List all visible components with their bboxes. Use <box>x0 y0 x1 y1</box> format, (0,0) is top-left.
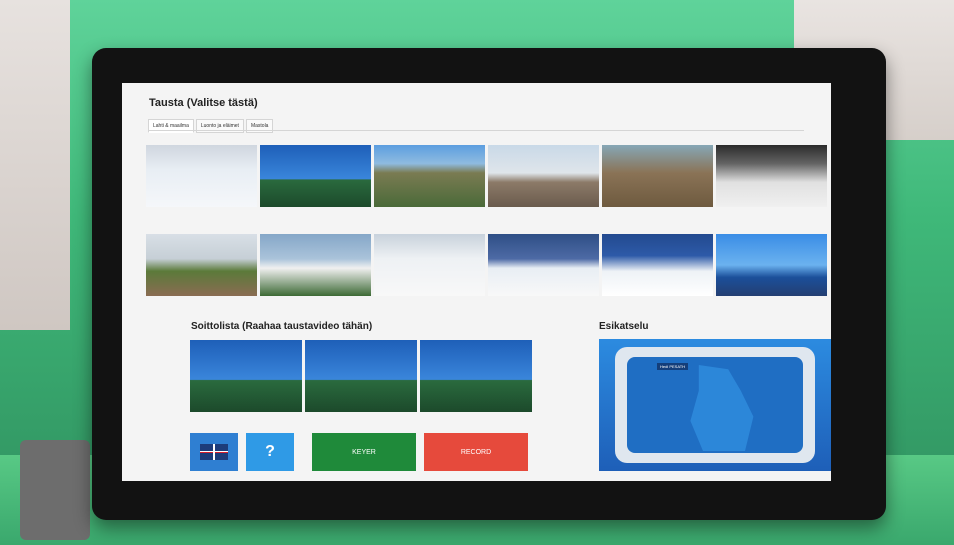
language-button[interactable] <box>190 433 238 471</box>
tab-divider <box>148 130 804 131</box>
background-thumb-snowy-road[interactable] <box>716 145 827 207</box>
playlist-item[interactable] <box>190 340 302 412</box>
preview-map-label: Hedi PESATH <box>657 363 689 370</box>
background-thumb-tower-coast[interactable] <box>716 234 827 296</box>
playlist-item[interactable] <box>420 340 532 412</box>
playlist-item[interactable] <box>305 340 417 412</box>
control-buttons: ? KEYER RECORD <box>190 433 528 471</box>
uk-flag-icon <box>200 444 228 460</box>
preview-title: Esikatselu <box>599 321 649 332</box>
background-thumb-rink-goal-area[interactable] <box>488 234 599 296</box>
page-title: Tausta (Valitse tästä) <box>149 97 258 109</box>
background-row <box>146 234 828 296</box>
background-thumb-ice-rink[interactable] <box>374 234 485 296</box>
background-thumb-taj-mahal[interactable] <box>146 234 257 296</box>
background-thumb-snow-field[interactable] <box>146 145 257 207</box>
record-button[interactable]: RECORD <box>424 433 528 471</box>
playlist <box>190 340 532 412</box>
background-thumb-hockey-goal[interactable] <box>602 234 713 296</box>
flag-red-cross-horizontal <box>200 451 228 453</box>
kiosk-screen: Tausta (Valitse tästä) Lahti & maailma L… <box>122 83 831 481</box>
monitor-stand-left <box>20 440 90 540</box>
background-thumb-ski-jump[interactable] <box>260 145 371 207</box>
background-row <box>146 145 828 207</box>
help-button[interactable]: ? <box>246 433 294 471</box>
flag-red-cross-vertical <box>213 444 215 460</box>
background-thumb-white-house[interactable] <box>260 234 371 296</box>
preview-weather-map: Hedi PESATH <box>627 357 803 453</box>
background-thumb-palace[interactable] <box>488 145 599 207</box>
background-grid <box>146 145 828 323</box>
studio-wall-left <box>0 0 70 330</box>
preview-window: Hedi PESATH <box>599 339 831 471</box>
keyer-button[interactable]: KEYER <box>312 433 416 471</box>
preview-map-frame: Hedi PESATH <box>615 347 815 463</box>
playlist-title: Soittolista (Raahaa taustavideo tähän) <box>191 321 373 332</box>
background-thumb-harbor-cranes[interactable] <box>602 145 713 207</box>
finland-map-shape <box>690 365 754 451</box>
background-thumb-city-aerial[interactable] <box>374 145 485 207</box>
